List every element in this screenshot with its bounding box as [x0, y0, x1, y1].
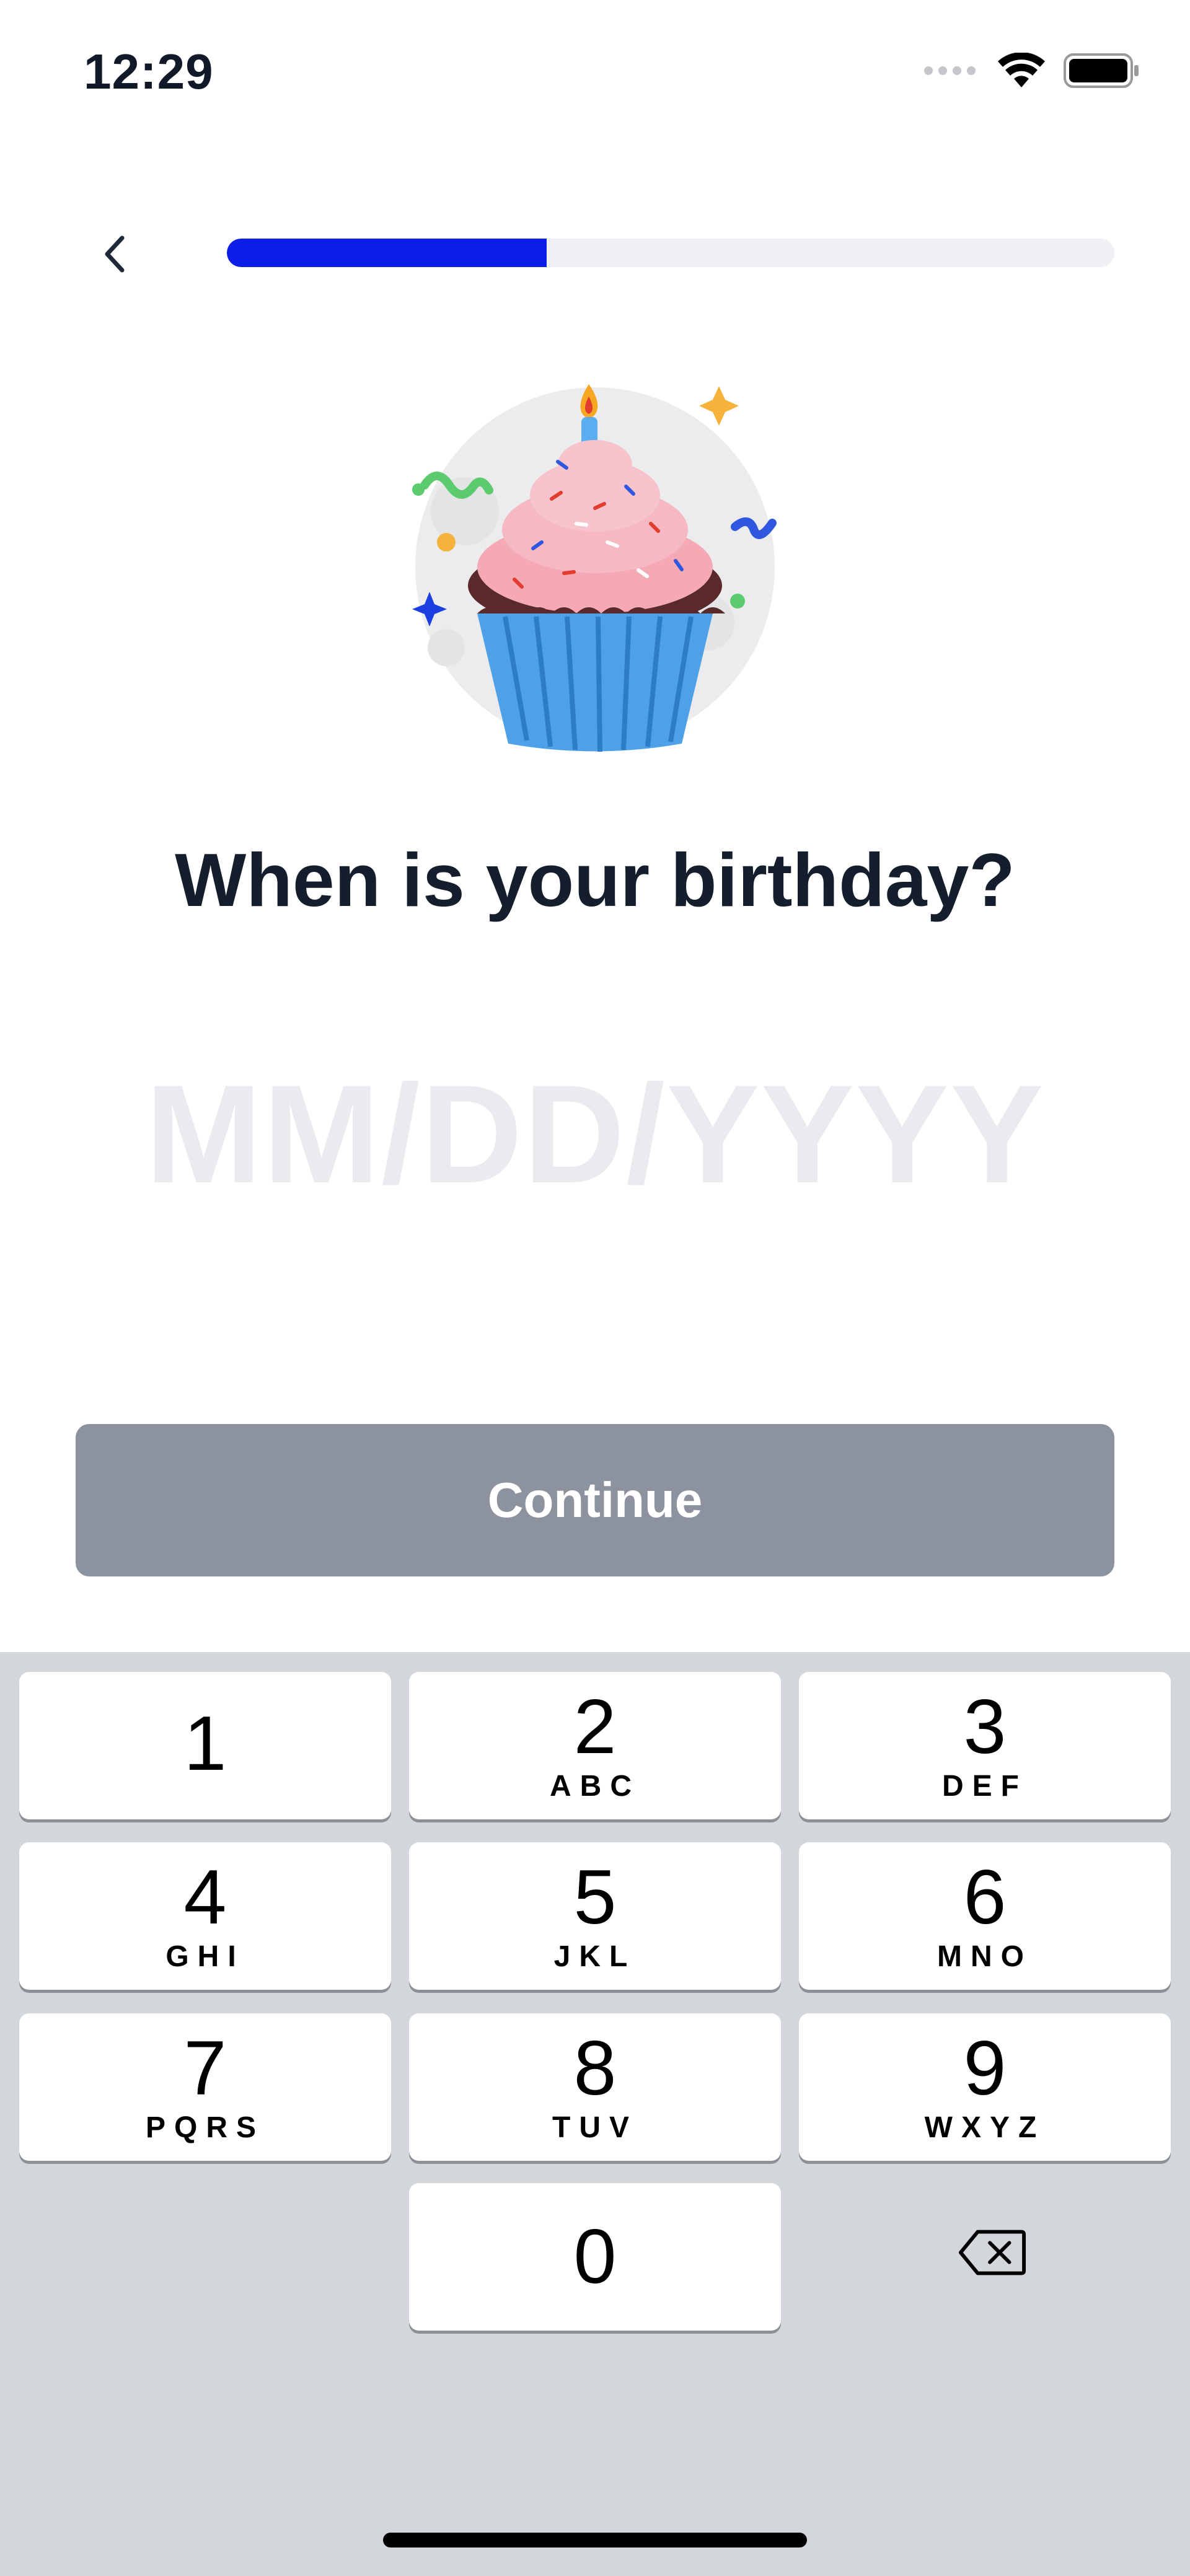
battery-icon — [1064, 53, 1139, 88]
key-digit: 1 — [183, 1701, 227, 1787]
key-letters: TUV — [552, 2111, 638, 2144]
key-digit: 6 — [963, 1854, 1007, 1940]
key-letters: PQRS — [145, 2111, 265, 2144]
key-8[interactable]: 8 TUV — [409, 2013, 781, 2161]
key-7[interactable]: 7 PQRS — [19, 2013, 391, 2161]
key-letters: GHI — [165, 1940, 245, 1973]
key-1[interactable]: 1 — [19, 1672, 391, 1819]
key-letters: MNO — [937, 1940, 1033, 1973]
backspace-icon — [958, 2230, 1026, 2275]
progress-bar — [227, 239, 1114, 267]
key-letters: ABC — [550, 1769, 640, 1803]
key-digit: 0 — [573, 2214, 617, 2300]
progress-bar-fill — [227, 239, 547, 267]
continue-button[interactable]: Continue — [76, 1424, 1114, 1576]
status-icons — [923, 53, 1140, 89]
key-digit: 3 — [963, 1684, 1007, 1770]
page-title: When is your birthday? — [175, 838, 1015, 922]
key-5[interactable]: 5 JKL — [409, 1842, 781, 1990]
key-digit: 9 — [963, 2025, 1007, 2111]
birthday-cupcake-icon — [412, 384, 777, 752]
birthday-date-input[interactable]: MM/DD/YYYY — [0, 1053, 1190, 1215]
back-button[interactable] — [93, 223, 136, 285]
status-time: 12:29 — [84, 44, 214, 99]
key-digit: 5 — [573, 1854, 617, 1940]
key-letters: DEF — [942, 1769, 1028, 1803]
key-3[interactable]: 3 DEF — [799, 1672, 1171, 1819]
key-digit: 2 — [573, 1684, 617, 1770]
key-letters: JKL — [553, 1940, 637, 1973]
key-0[interactable]: 0 — [409, 2183, 781, 2331]
home-indicator — [383, 2533, 807, 2547]
key-9[interactable]: 9 WXYZ — [799, 2013, 1171, 2161]
signal-icon — [924, 66, 976, 75]
key-6[interactable]: 6 MNO — [799, 1842, 1171, 1990]
key-4[interactable]: 4 GHI — [19, 1842, 391, 1990]
key-digit: 4 — [183, 1854, 227, 1940]
wifi-icon — [998, 53, 1045, 87]
key-2[interactable]: 2 ABC — [409, 1672, 781, 1819]
key-digit: 8 — [573, 2025, 617, 2111]
key-letters: WXYZ — [924, 2111, 1046, 2144]
backspace-button[interactable] — [958, 2225, 1026, 2280]
key-digit: 7 — [183, 2025, 227, 2111]
chevron-left-icon — [105, 235, 125, 273]
